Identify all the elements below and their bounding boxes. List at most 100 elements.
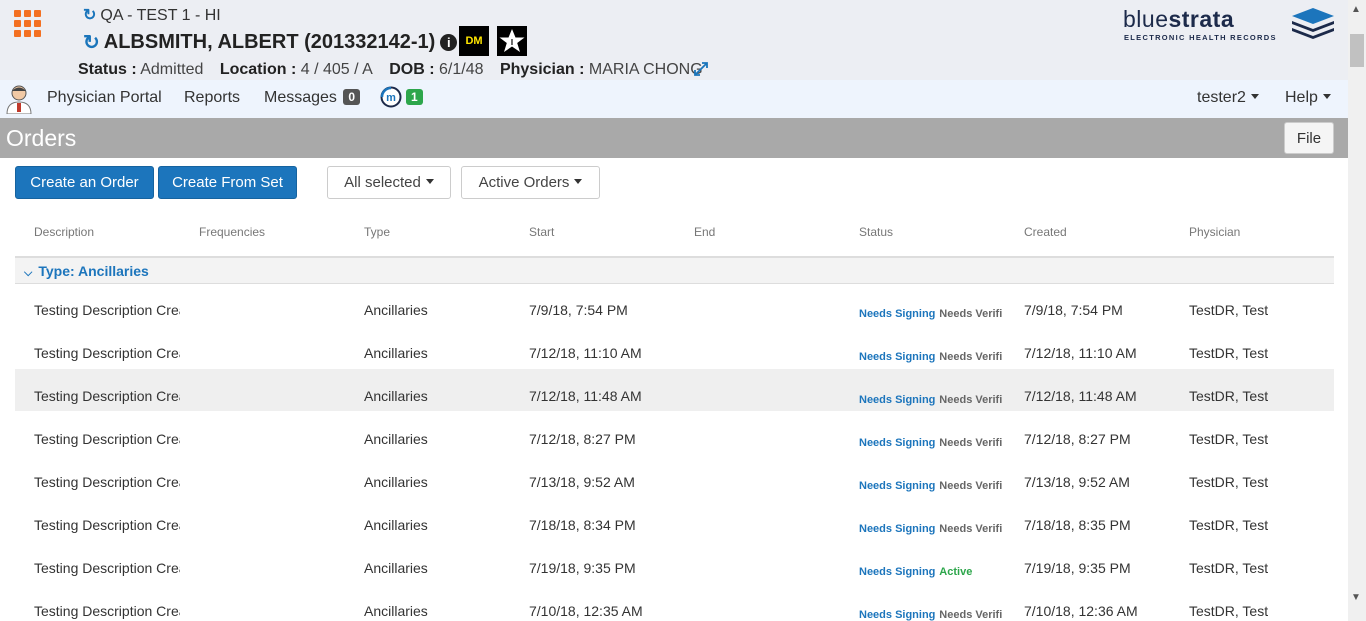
refresh-icon[interactable]: ↻ [83, 7, 96, 24]
cell-description: Testing Description Crea [34, 431, 180, 447]
physician-label: Physician : [499, 61, 585, 78]
cell-description: Testing Description Crea [34, 517, 180, 533]
cell-description: Testing Description Crea [34, 302, 180, 318]
col-header-frequencies[interactable]: Frequencies [199, 225, 265, 239]
table-row[interactable]: Testing Description Crea Ancillaries 7/1… [15, 369, 1334, 411]
col-header-type[interactable]: Type [364, 225, 390, 239]
cell-start: 7/12/18, 11:10 AM [529, 345, 642, 361]
cell-type: Ancillaries [364, 345, 428, 361]
user-name: tester2 [1197, 89, 1246, 106]
cell-description: Testing Description Crea [34, 388, 180, 404]
dob-label: DOB : [389, 61, 435, 78]
logo-light-text: blue [1123, 6, 1169, 32]
layers-icon [1292, 8, 1334, 39]
nav-physician-portal[interactable]: Physician Portal [47, 89, 162, 107]
cell-type: Ancillaries [364, 388, 428, 404]
help-menu[interactable]: Help [1285, 89, 1331, 107]
col-header-description[interactable]: Description [34, 225, 94, 239]
scroll-up-icon[interactable]: ▲ [1351, 4, 1361, 15]
cell-type: Ancillaries [364, 517, 428, 533]
cell-description: Testing Description Crea [34, 345, 180, 361]
type-filter-value: All selected [344, 174, 421, 191]
cell-created: 7/10/18, 12:36 AM [1024, 603, 1138, 619]
col-header-end[interactable]: End [694, 225, 715, 239]
caret-down-icon [574, 179, 583, 184]
status-needs-signing: Needs Signing [859, 480, 936, 492]
logo-bold-text: strata [1168, 6, 1235, 32]
bluestrata-logo: bluestrata ELECTRONIC HEALTH RECORDS [1123, 6, 1338, 46]
create-order-button[interactable]: Create an Order [15, 166, 154, 199]
scrollbar-thumb[interactable] [1350, 34, 1364, 67]
cell-type: Ancillaries [364, 603, 428, 619]
col-header-status[interactable]: Status [859, 225, 893, 239]
cell-physician: TestDR, Test [1189, 474, 1269, 490]
cell-status: Needs Signing Needs Verifi [859, 476, 1005, 492]
expand-icon[interactable] [693, 61, 709, 82]
m-app-icon[interactable]: m [380, 86, 402, 108]
type-filter-dropdown[interactable]: All selected [327, 166, 451, 199]
create-from-set-button[interactable]: Create From Set [158, 166, 297, 199]
status-needs-signing: Needs Signing [859, 308, 936, 320]
cell-start: 7/13/18, 9:52 AM [529, 474, 635, 490]
caret-down-icon [425, 179, 434, 184]
user-menu[interactable]: tester2 [1197, 89, 1259, 107]
col-header-physician[interactable]: Physician [1189, 225, 1240, 239]
context-label: QA - TEST 1 - HI [100, 7, 221, 24]
info-icon[interactable]: i [440, 34, 458, 51]
status-value: Admitted [140, 61, 204, 78]
dm-badge: DM [459, 26, 489, 56]
group-toggle[interactable]: ⌵ Type: Ancillaries [24, 263, 149, 280]
cell-created: 7/12/18, 11:10 AM [1024, 345, 1137, 361]
table-row[interactable]: Testing Description Crea Ancillaries 7/1… [15, 418, 1334, 461]
status-secondary: Needs Verifi [939, 523, 1003, 535]
cell-physician: TestDR, Test [1189, 345, 1269, 361]
col-header-created[interactable]: Created [1024, 225, 1067, 239]
cell-status: Needs Signing Needs Verifi [859, 304, 1005, 320]
group-row[interactable] [15, 258, 1334, 284]
location-value: 4 / 405 / A [300, 61, 373, 78]
status-needs-signing: Needs Signing [859, 351, 936, 363]
patient-name: ALBSMITH, ALBERT (201332142-1) [103, 31, 436, 53]
cell-start: 7/9/18, 7:54 PM [529, 302, 628, 318]
vertical-scrollbar[interactable] [1348, 0, 1366, 621]
status-filter-dropdown[interactable]: Active Orders [461, 166, 600, 199]
messages-label: Messages [264, 89, 337, 106]
chevron-down-icon: ⌵ [24, 267, 33, 279]
status-needs-signing: Needs Signing [859, 437, 936, 449]
table-row[interactable]: Testing Description Crea Ancillaries 7/1… [15, 590, 1334, 621]
cell-created: 7/12/18, 11:48 AM [1024, 388, 1137, 404]
nav-reports[interactable]: Reports [184, 89, 240, 107]
caret-down-icon [1250, 94, 1259, 99]
cell-physician: TestDR, Test [1189, 431, 1269, 447]
cell-created: 7/13/18, 9:52 AM [1024, 474, 1130, 490]
logo-subtitle: ELECTRONIC HEALTH RECORDS [1124, 33, 1277, 42]
nav-messages[interactable]: Messages 0 [264, 89, 361, 107]
page-title: Orders [6, 125, 77, 151]
status-secondary: Needs Verifi [939, 480, 1003, 492]
cell-description: Testing Description Crea [34, 603, 180, 619]
status-secondary: Needs Verifi [939, 437, 1003, 449]
status-secondary: Needs Verifi [939, 609, 1003, 621]
table-row[interactable]: Testing Description Crea Ancillaries 7/9… [15, 289, 1334, 332]
refresh-icon[interactable]: ↻ [83, 30, 100, 55]
status-filter-value: Active Orders [478, 174, 570, 191]
col-header-start[interactable]: Start [529, 225, 554, 239]
cell-created: 7/12/18, 8:27 PM [1024, 431, 1131, 447]
table-row[interactable]: Testing Description Crea Ancillaries 7/1… [15, 547, 1334, 590]
table-row[interactable]: Testing Description Crea Ancillaries 7/1… [15, 461, 1334, 504]
context-line: ↻ QA - TEST 1 - HI [83, 5, 221, 25]
file-button[interactable]: File [1284, 122, 1334, 154]
cell-start: 7/12/18, 8:27 PM [529, 431, 636, 447]
scroll-down-icon[interactable]: ▼ [1351, 592, 1361, 603]
status-secondary: Needs Verifi [939, 351, 1003, 363]
location-label: Location : [219, 61, 297, 78]
app-launcher-icon[interactable] [14, 10, 41, 37]
table-row[interactable]: Testing Description Crea Ancillaries 7/1… [15, 504, 1334, 547]
patient-status-line: Status : Admitted Location : 4 / 405 / A… [78, 61, 703, 79]
cell-physician: TestDR, Test [1189, 603, 1269, 619]
cell-type: Ancillaries [364, 302, 428, 318]
cell-type: Ancillaries [364, 560, 428, 576]
caret-down-icon [1322, 94, 1331, 99]
m-count[interactable]: 1 [404, 89, 423, 107]
cell-physician: TestDR, Test [1189, 517, 1269, 533]
